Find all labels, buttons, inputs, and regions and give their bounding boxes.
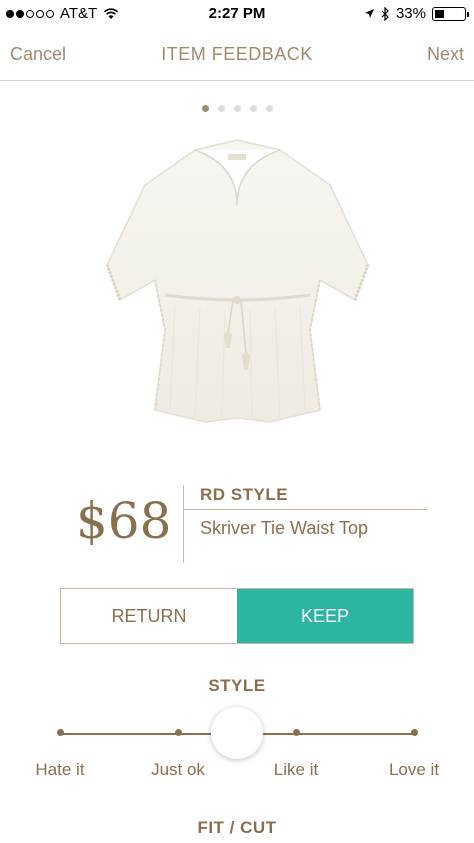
return-button[interactable]: RETURN	[61, 589, 237, 643]
image-page-indicator[interactable]	[0, 105, 474, 112]
page-dot-1[interactable]	[201, 105, 209, 112]
battery-icon	[432, 6, 469, 21]
style-section-title: STYLE	[208, 676, 266, 695]
style-option-label: Like it	[273, 760, 319, 779]
style-tick-hate[interactable]	[57, 729, 64, 736]
name-divider	[184, 509, 427, 510]
page-title: ITEM FEEDBACK	[161, 44, 313, 64]
price-divider	[183, 485, 184, 563]
page-dot-4[interactable]	[249, 105, 257, 112]
style-tick-love[interactable]	[411, 729, 418, 736]
navigation-bar: Cancel ITEM FEEDBACK Next	[0, 30, 474, 81]
item-brand: RD STYLE	[200, 485, 289, 504]
style-tick-like[interactable]	[293, 729, 300, 736]
next-button[interactable]: Next	[427, 44, 464, 65]
battery-percent: 33%	[395, 5, 426, 22]
bluetooth-icon	[381, 6, 389, 21]
keep-button[interactable]: KEEP	[237, 589, 413, 643]
item-name: Skriver Tie Waist Top	[200, 518, 369, 538]
product-image[interactable]	[100, 130, 375, 450]
status-bar: AT&T 2:27 PM 33%	[0, 0, 474, 28]
page-dot-3[interactable]	[233, 105, 241, 112]
style-option-label: Just ok	[151, 760, 205, 779]
location-arrow-icon	[364, 9, 374, 18]
style-option-label: Hate it	[35, 760, 85, 779]
return-keep-toggle: RETURN KEEP	[60, 588, 414, 644]
fit-section-title: FIT / CUT	[197, 818, 277, 837]
status-right: 33%	[364, 5, 469, 22]
item-price: $68	[76, 492, 172, 550]
style-slider-handle[interactable]	[211, 707, 263, 759]
style-option-label: Love it	[388, 760, 440, 779]
page-dot-2[interactable]	[217, 105, 225, 112]
page-dot-5[interactable]	[265, 105, 273, 112]
style-tick-just-ok[interactable]	[175, 729, 182, 736]
